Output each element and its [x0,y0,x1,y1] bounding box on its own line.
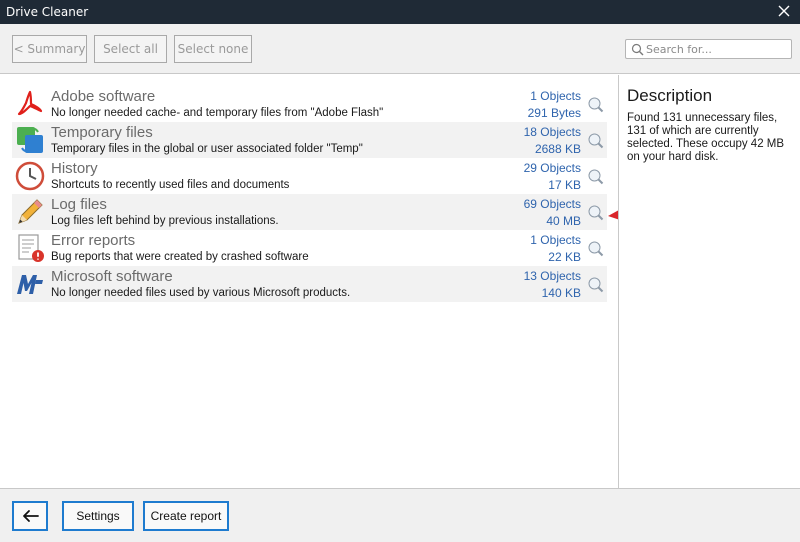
search-icon [631,43,644,56]
magnifier-icon[interactable] [587,132,604,149]
microsoft-icon [17,275,43,294]
item-description: Temporary files in the global or user as… [51,143,363,155]
settings-button[interactable]: Settings [62,501,134,531]
pencil-icon [18,199,43,224]
temp-files-icon [17,127,43,153]
magnifier-icon[interactable] [587,96,604,113]
select-none-button[interactable]: Select none [174,35,252,63]
item-title: History [51,160,98,177]
description-text: Found 131 unnecessary files, 131 of whic… [627,112,785,163]
item-size: 140 KB [541,286,581,300]
item-description: No longer needed files used by various M… [51,287,351,299]
search-box[interactable] [625,39,792,59]
item-size: 22 KB [548,250,581,264]
item-title: Microsoft software [51,268,173,285]
item-description: Shortcuts to recently used files and doc… [51,179,290,191]
cleanup-list: Adobe software No longer needed cache- a… [0,75,617,488]
back-button[interactable] [12,501,48,531]
list-item[interactable]: Microsoft software No longer needed file… [12,266,607,302]
item-description: Log files left behind by previous instal… [51,215,279,227]
item-size: 291 Bytes [527,106,581,120]
error-report-icon [18,234,44,262]
clock-icon [15,161,45,191]
item-object-count[interactable]: 13 Objects [524,269,581,283]
description-panel: Description Found 131 unnecessary files,… [619,75,800,488]
item-object-count[interactable]: 1 Objects [530,233,581,247]
magnifier-icon[interactable] [587,204,604,221]
search-input[interactable] [646,41,786,57]
item-title: Temporary files [51,124,153,141]
item-title: Adobe software [51,88,156,105]
close-icon[interactable] [776,3,792,19]
back-arrow-icon [23,510,39,522]
list-item[interactable]: Temporary files Temporary files in the g… [12,122,607,158]
item-object-count[interactable]: 18 Objects [524,125,581,139]
summary-button[interactable]: < Summary [12,35,87,63]
item-description: Bug reports that were created by crashed… [51,251,309,263]
item-object-count[interactable]: 1 Objects [530,89,581,103]
title-bar: Drive Cleaner [0,0,800,24]
magnifier-icon[interactable] [587,276,604,293]
item-object-count[interactable]: 29 Objects [524,161,581,175]
footer-bar: Settings Create report [0,488,800,542]
list-item[interactable]: History Shortcuts to recently used files… [12,158,607,194]
magnifier-icon[interactable] [587,240,604,257]
item-size: 2688 KB [534,142,581,156]
item-size: 40 MB [546,214,581,228]
toolbar: < Summary Select all Select none [0,24,800,74]
window-title: Drive Cleaner [6,5,89,19]
item-title: Log files [51,196,107,213]
item-title: Error reports [51,232,136,249]
select-all-button[interactable]: Select all [94,35,167,63]
list-item[interactable]: Error reports Bug reports that were crea… [12,230,607,266]
item-object-count[interactable]: 69 Objects [524,197,581,211]
list-item[interactable]: Log files Log files left behind by previ… [12,194,607,230]
adobe-icon [17,90,43,116]
magnifier-icon[interactable] [587,168,604,185]
item-description: No longer needed cache- and temporary fi… [51,107,384,119]
create-report-button[interactable]: Create report [143,501,229,531]
list-item[interactable]: Adobe software No longer needed cache- a… [12,86,607,122]
description-heading: Description [627,86,713,105]
item-size: 17 KB [548,178,581,192]
